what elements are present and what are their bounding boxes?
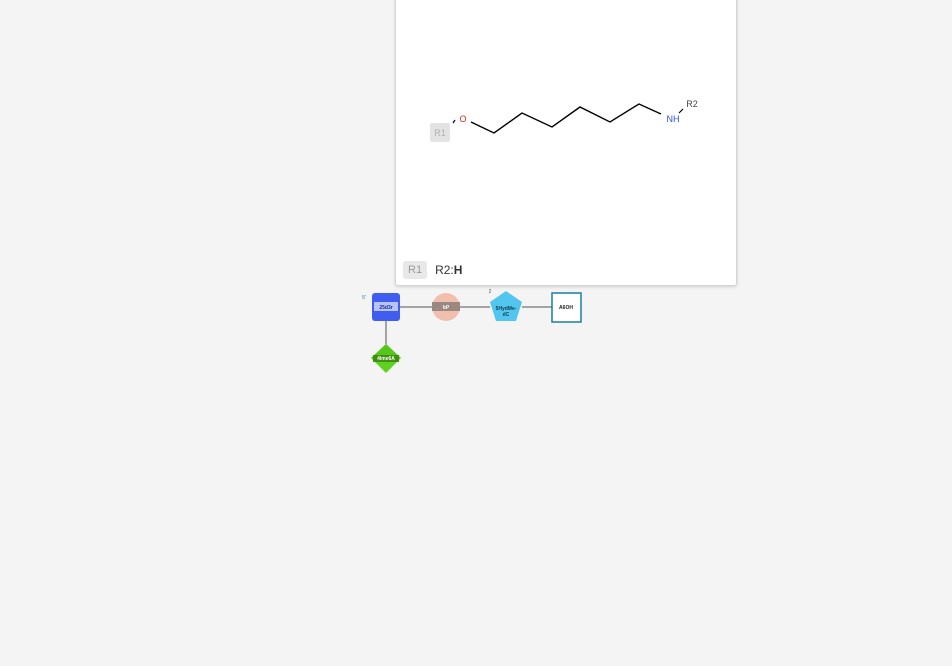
- base-monomer-5HydMe-dC[interactable]: 5HydMe- dC: [490, 291, 522, 321]
- terminal-monomer-A6OH[interactable]: A6OH: [551, 292, 582, 323]
- sugar-label: 25d3r: [379, 305, 392, 311]
- branch-base-label: 4ime6A: [377, 356, 395, 362]
- base-monomer-4ime6A[interactable]: 4ime6A: [371, 344, 401, 373]
- position-label: 2: [489, 289, 492, 295]
- five-prime-label: 5': [362, 295, 366, 301]
- r2-cap-value: H: [453, 263, 463, 277]
- base-label-line2: dC: [503, 312, 510, 318]
- phosphate-monomer-bP[interactable]: bP: [432, 293, 460, 321]
- r2-cap-text: R2:H: [435, 263, 462, 277]
- carbon-chain-bonds: [470, 103, 662, 134]
- r2-prefix: R2:: [435, 263, 454, 277]
- nh-r2-bond: [678, 108, 684, 114]
- chemical-structure: R1 O NH R2: [430, 99, 698, 142]
- atom-oxygen-label: O: [459, 114, 466, 124]
- phosphate-label: bP: [443, 305, 450, 311]
- atom-nh-label: NH: [667, 114, 680, 124]
- r1-chip: R1: [403, 261, 428, 279]
- sequence-bonds: [385, 306, 552, 345]
- rgroup-legend: R1 R2:H: [403, 261, 462, 279]
- sugar-monomer-25d3r[interactable]: 25d3r: [372, 293, 400, 321]
- r1-o-bond: [452, 119, 456, 124]
- monomer-preview-card: R1 O NH R2 R1 R2:H: [395, 0, 737, 286]
- terminal-label: A6OH: [559, 305, 573, 311]
- atom-r1-label: R1: [434, 128, 446, 138]
- atom-r2-label: R2: [686, 99, 698, 109]
